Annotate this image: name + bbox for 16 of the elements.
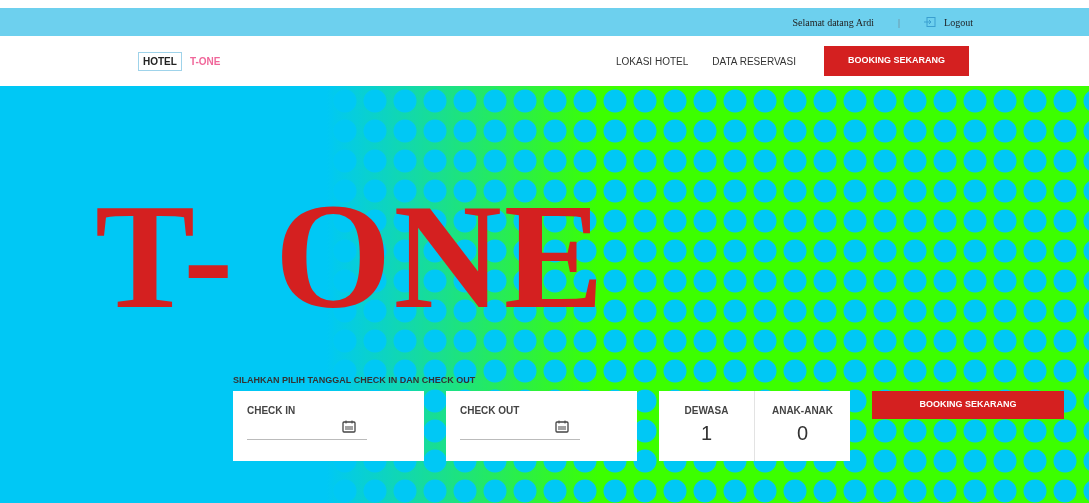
separator-text: | [898, 15, 901, 30]
guest-count[interactable]: 0 [755, 417, 850, 448]
booking-button[interactable]: BOOKING SEKARANG [824, 46, 969, 76]
booking-button[interactable]: BOOKING SEKARANG [872, 390, 1064, 419]
nav-link[interactable]: DATA RESERVASI [712, 53, 796, 69]
guest-label: ANAK-ANAK [770, 403, 835, 418]
guest-count[interactable]: 1 [659, 417, 754, 448]
calendar-icon[interactable] [555, 419, 569, 433]
nav-link[interactable]: LOKASI HOTEL [616, 53, 689, 69]
guest-label: DEWASA [683, 403, 730, 418]
greeting-text: Selamat datang Ardi [792, 15, 875, 30]
logout-link[interactable]: Logout [924, 14, 973, 30]
logout-icon [924, 17, 937, 27]
field-label: CHECK IN [247, 403, 297, 418]
calendar-icon[interactable] [342, 419, 356, 433]
field-label: CHECK OUT [460, 403, 521, 418]
